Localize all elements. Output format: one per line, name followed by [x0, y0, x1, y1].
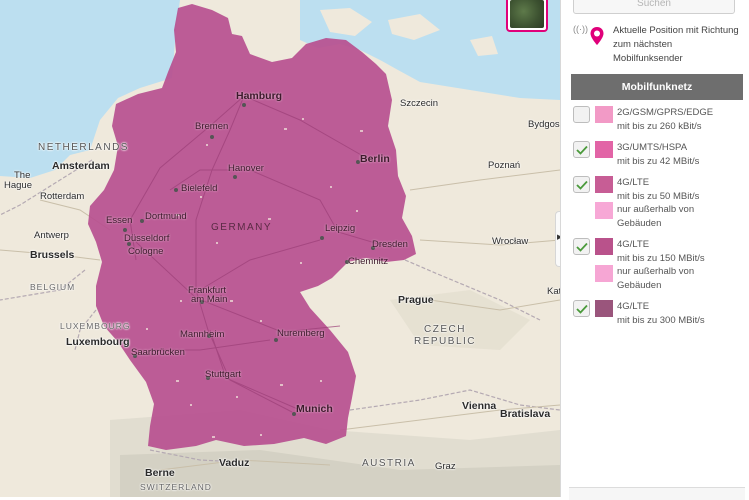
city-label-dresden: Dresden: [372, 239, 408, 250]
legend-speed: mit bis zu 42 MBit/s: [617, 155, 700, 167]
city-label-berlin: Berlin: [360, 153, 390, 165]
country-label: LUXEMBOURG: [60, 321, 131, 331]
city-label-vienna: Vienna: [462, 400, 497, 412]
legend-swatch: [595, 176, 613, 193]
city-label-leipzig: Leipzig: [325, 223, 356, 234]
city-label-chemnitz: Chemnitz: [348, 256, 389, 267]
country-label: SWITZERLAND: [140, 482, 212, 492]
city-label-cologne: Cologne: [128, 246, 164, 257]
city-label-bielefeld: Bielefeld: [181, 183, 218, 194]
country-label: GERMANY: [211, 222, 273, 233]
antenna-icon: ((·)): [573, 24, 588, 34]
legend-speed: mit bis zu 260 kBit/s: [617, 120, 702, 132]
city-label-essen: Essen: [106, 215, 133, 226]
city-label-wroclaw: Wrocław: [492, 236, 529, 247]
legend-label: 2G/GSM/GPRS/EDGE: [617, 107, 714, 118]
location-pin-icon[interactable]: [589, 26, 605, 46]
legend-label: 4G/LTE: [617, 239, 650, 250]
city-dot: [140, 219, 144, 223]
city-label-dusseldorf: Düsseldorf: [124, 233, 170, 244]
city-label-bratislava: Bratislava: [500, 408, 551, 420]
panel-footer-bar: [569, 487, 745, 500]
legend-swatch: [595, 238, 613, 255]
city-label-katowice: Kat: [547, 286, 560, 297]
city-label-szczecin: Szczecin: [400, 98, 439, 109]
city-label-frankfurt-2: am Main: [191, 294, 228, 305]
check-icon: [576, 180, 588, 190]
check-icon: [576, 242, 588, 252]
city-dot: [123, 228, 127, 232]
position-description: Aktuelle Position mit Richtung zum nächs…: [613, 25, 739, 64]
search-button[interactable]: Suchen: [573, 0, 735, 14]
legend-label: 4G/LTE: [617, 301, 650, 312]
city-dot: [210, 135, 214, 139]
legend-outdoor-note: nur außerhalb von Gebäuden: [617, 204, 695, 229]
legend-outdoor-note: nur außerhalb von Gebäuden: [617, 266, 695, 291]
city-label-munich: Munich: [296, 403, 333, 415]
country-label: BELGIUM: [30, 282, 76, 292]
map-view[interactable]: NETHERLANDS GERMANY BELGIUM LUXEMBOURG C…: [0, 0, 560, 497]
legend-swatch: [595, 141, 613, 158]
legend-swatch: [595, 106, 613, 123]
legend-swatch: [595, 300, 613, 317]
check-icon: [576, 145, 588, 155]
legend-speed: mit bis zu 50 MBit/s: [617, 190, 700, 202]
city-dot: [233, 175, 237, 179]
satellite-thumbnail: [510, 0, 544, 28]
city-label-luxembourg: Luxembourg: [66, 336, 130, 348]
city-label-saarbrucken: Saarbrücken: [131, 347, 185, 358]
country-label: NETHERLANDS: [38, 142, 129, 153]
legend-checkbox-4g-150[interactable]: [573, 238, 590, 255]
city-dot: [174, 188, 178, 192]
city-label-bydgoszcz: Bydgos: [528, 119, 560, 130]
city-dot: [320, 236, 324, 240]
legend-label: 4G/LTE: [617, 177, 650, 188]
legend-swatch-outdoor: [595, 202, 613, 219]
city-label-bern: Berne: [145, 467, 175, 479]
city-label-hamburg: Hamburg: [236, 90, 283, 102]
city-label-hannover: Hanover: [228, 163, 264, 174]
side-panel: Suchen ((·)) Aktuelle Position mit Richt…: [560, 0, 749, 500]
legend-swatch-outdoor: [595, 265, 613, 282]
legend-title: Mobilfunknetz: [571, 74, 743, 100]
city-label-amsterdam: Amsterdam: [52, 160, 110, 172]
legend-speed: mit bis zu 300 MBit/s: [617, 314, 705, 326]
city-label-dortmund: Dortmund: [145, 211, 187, 222]
legend-checkbox-4g-300[interactable]: [573, 300, 590, 317]
legend-checkbox-2g[interactable]: [573, 106, 590, 123]
country-label: CZECH: [424, 324, 466, 335]
city-label-graz: Graz: [435, 461, 456, 472]
legend-checkbox-3g[interactable]: [573, 141, 590, 158]
check-icon: [576, 304, 588, 314]
city-label-rotterdam: Rotterdam: [40, 191, 85, 202]
country-label: REPUBLIC: [414, 336, 477, 347]
satellite-layer-toggle[interactable]: [506, 0, 548, 32]
city-label-hague: Hague: [4, 180, 32, 191]
city-label-stuttgart: Stuttgart: [205, 369, 241, 380]
city-label-nuremberg: Nuremberg: [277, 328, 325, 339]
legend-label: 3G/UMTS/HSPA: [617, 142, 688, 153]
city-dot: [242, 103, 246, 107]
map-base-layer: [0, 0, 560, 497]
city-label-poznan: Poznań: [488, 160, 521, 171]
legend-checkbox-4g-50[interactable]: [573, 176, 590, 193]
city-label-prague: Prague: [398, 294, 434, 306]
city-label-mannheim: Mannheim: [180, 329, 225, 340]
legend-speed: mit bis zu 150 MBit/s: [617, 252, 705, 264]
city-label-vaduz: Vaduz: [219, 457, 250, 469]
city-label-bremen: Bremen: [195, 121, 229, 132]
country-label: AUSTRIA: [362, 458, 416, 469]
city-label-antwerp: Antwerp: [34, 230, 69, 241]
city-label-brussels: Brussels: [30, 249, 75, 261]
